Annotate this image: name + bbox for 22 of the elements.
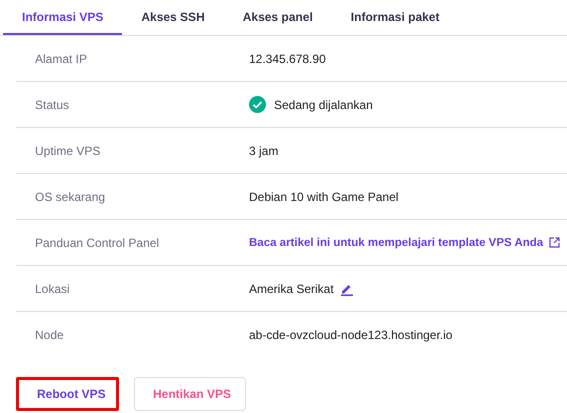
field-value: 12.345.678.90: [249, 52, 326, 66]
field-value: Amerika Serikat: [249, 282, 334, 296]
status-text: Sedang dijalankan: [274, 98, 373, 112]
tab[interactable]: Informasi paket: [332, 0, 458, 35]
article-link[interactable]: Baca artikel ini untuk mempelajari template VPS Anda: [249, 236, 544, 248]
field-value: 3 jam: [249, 144, 278, 158]
field-label: Lokasi: [34, 282, 71, 296]
external-link-icon[interactable]: [549, 237, 560, 248]
check-circle-icon: [249, 96, 266, 113]
field-label: Status: [34, 98, 70, 112]
tab[interactable]: Informasi VPS: [3, 0, 122, 35]
field-label: Alamat IP: [34, 52, 88, 66]
field-label: OS sekarang: [34, 190, 106, 204]
reboot-button[interactable]: Reboot VPS: [16, 377, 119, 411]
field-label: Node: [34, 328, 65, 342]
field-value: Debian 10 with Game Panel: [249, 190, 398, 204]
tab[interactable]: Akses panel: [224, 0, 332, 35]
field-label: Panduan Control Panel: [34, 236, 160, 250]
field-label: Uptime VPS: [34, 144, 102, 158]
field-value: ab-cde-ovzcloud-node123.hostinger.io: [249, 328, 452, 342]
stop-button[interactable]: Hentikan VPS: [134, 377, 246, 411]
tab[interactable]: Akses SSH: [122, 0, 224, 35]
